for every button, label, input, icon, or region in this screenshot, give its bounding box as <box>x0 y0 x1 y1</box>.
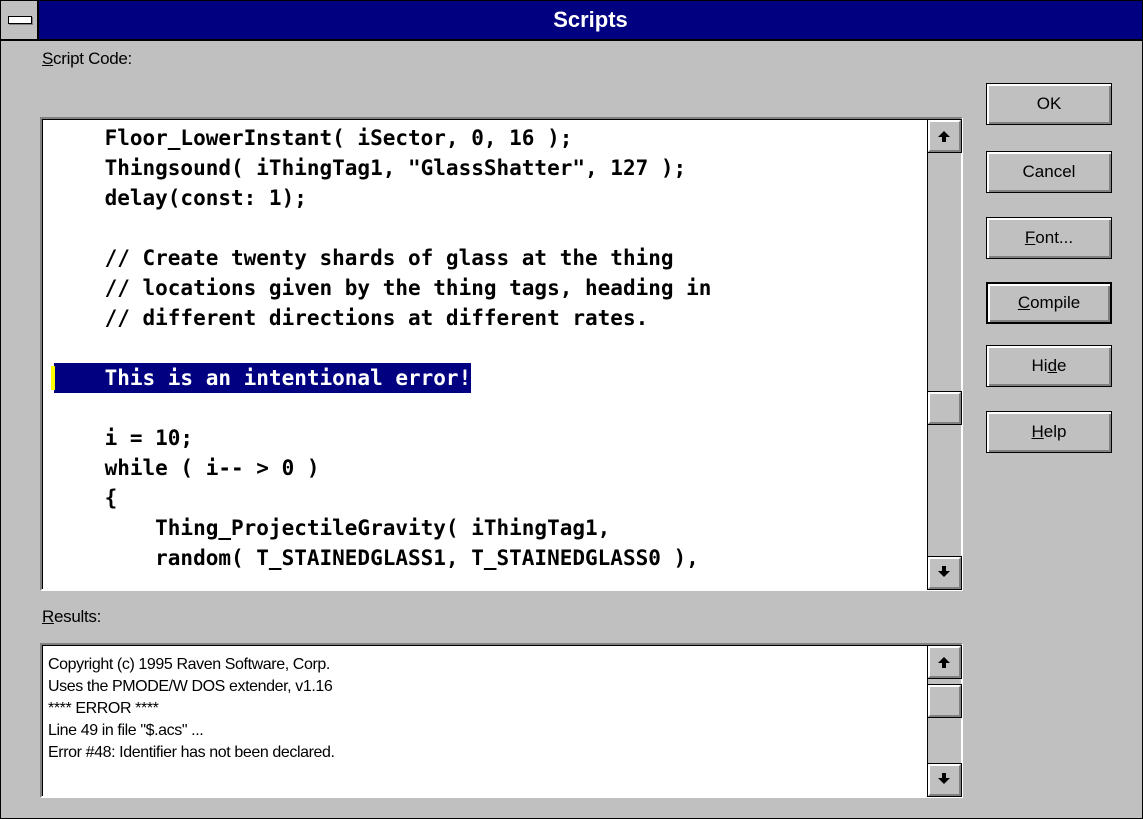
scroll-up-button[interactable] <box>928 120 961 152</box>
hide-button[interactable]: Hide <box>986 345 1112 387</box>
code-line[interactable]: // locations given by the thing tags, he… <box>54 273 712 303</box>
title-bar[interactable]: Scripts <box>1 1 1142 41</box>
window-title: Scripts <box>553 7 628 32</box>
results-scroll-up-button[interactable] <box>928 646 961 678</box>
text-caret <box>51 366 55 390</box>
arrow-down-icon <box>938 566 950 577</box>
code-line[interactable]: Thing_ProjectileGravity( iThingTag1, <box>54 513 610 543</box>
arrow-up-icon <box>938 657 950 668</box>
system-menu-icon <box>8 16 32 24</box>
results-scroll-down-button[interactable] <box>928 764 961 796</box>
result-line: Copyright (c) 1995 Raven Software, Corp. <box>48 656 330 673</box>
script-code-text[interactable]: Floor_LowerInstant( iSector, 0, 16 ); Th… <box>44 121 927 588</box>
result-line: Line 49 in file "$.acs" ... <box>48 722 204 739</box>
result-line: Uses the PMODE/W DOS extender, v1.16 <box>48 678 333 695</box>
font-button[interactable]: Font... <box>986 217 1112 259</box>
code-line[interactable]: { <box>54 483 118 513</box>
script-code-label: Script Code: <box>42 49 132 68</box>
script-code-scrollbar[interactable] <box>927 120 961 589</box>
ok-button[interactable]: OK <box>986 83 1112 125</box>
system-menu-button[interactable] <box>1 1 39 39</box>
results-scrollbar[interactable] <box>927 646 961 796</box>
arrow-up-icon <box>938 131 950 142</box>
script-code-editor[interactable]: Floor_LowerInstant( iSector, 0, 16 ); Th… <box>40 117 963 591</box>
results-label: Results: <box>42 607 102 626</box>
help-button[interactable]: Help <box>986 411 1112 453</box>
code-line[interactable]: while ( i-- > 0 ) <box>54 453 320 483</box>
code-line[interactable]: Floor_LowerInstant( iSector, 0, 16 ); <box>54 123 573 153</box>
code-line[interactable]: i = 10; <box>54 423 194 453</box>
result-line: Error #48: Identifier has not been decla… <box>48 744 335 761</box>
compile-button[interactable]: Compile <box>986 282 1112 324</box>
code-line[interactable]: // Create twenty shards of glass at the … <box>54 243 674 273</box>
result-line: **** ERROR **** <box>48 700 159 717</box>
scroll-down-button[interactable] <box>928 557 961 589</box>
code-line[interactable]: random( T_STAINEDGLASS1, T_STAINEDGLASS0… <box>54 543 699 573</box>
code-line[interactable]: Thingsound( iThingTag1, "GlassShatter", … <box>54 153 687 183</box>
scripts-dialog: Scripts Script Code: Floor_LowerInstant(… <box>0 0 1143 819</box>
results-text: Copyright (c) 1995 Raven Software, Corp.… <box>44 647 927 795</box>
code-line[interactable]: // different directions at different rat… <box>54 303 649 333</box>
cancel-button[interactable]: Cancel <box>986 151 1112 193</box>
arrow-down-icon <box>938 773 950 784</box>
results-scroll-thumb[interactable] <box>928 685 961 717</box>
scroll-thumb[interactable] <box>928 392 961 424</box>
code-line[interactable]: delay(const: 1); <box>54 183 307 213</box>
selected-code-line[interactable]: This is an intentional error! <box>54 363 472 393</box>
results-box[interactable]: Copyright (c) 1995 Raven Software, Corp.… <box>40 643 963 798</box>
